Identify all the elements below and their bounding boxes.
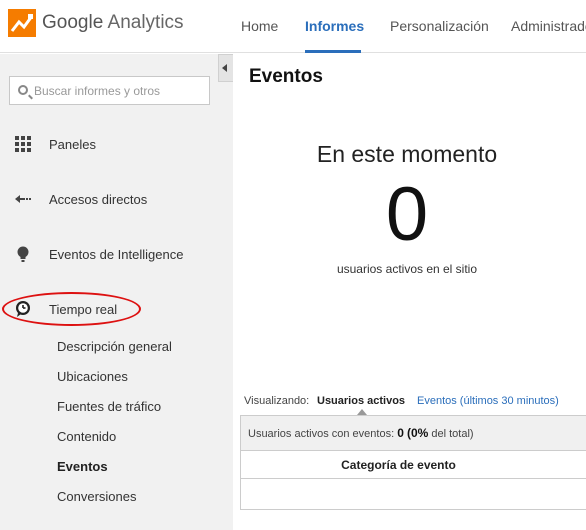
subitem-descripcion-general[interactable]: Descripción general [57, 339, 172, 354]
nav-informes[interactable]: Informes [305, 18, 364, 34]
events-table: Categoría de evento [240, 451, 586, 510]
active-users-count: 0 [385, 172, 429, 257]
viewing-active-users-tab[interactable]: Usuarios activos [317, 395, 405, 407]
summary-percent: 0% [410, 426, 429, 440]
right-now-heading: En este momento [316, 141, 498, 167]
page-title: Eventos [249, 66, 323, 87]
collapse-sidebar-button[interactable] [218, 54, 233, 82]
shortcut-arrow-icon [15, 195, 31, 203]
lightbulb-icon [17, 246, 29, 262]
search-icon [18, 85, 28, 95]
sidebar-item-label: Accesos directos [49, 192, 148, 207]
subitem-conversiones[interactable]: Conversiones [57, 489, 137, 504]
report-search[interactable] [9, 76, 210, 105]
subitem-eventos[interactable]: Eventos [57, 459, 108, 474]
nav-administrador[interactable]: Administrador [511, 18, 586, 34]
table-header: Categoría de evento [241, 451, 586, 479]
subitem-ubicaciones[interactable]: Ubicaciones [57, 369, 128, 384]
top-header: Google Analytics Home Informes Personali… [0, 0, 586, 53]
viewing-events-link[interactable]: Eventos (últimos 30 minutos) [417, 395, 559, 407]
nav-home[interactable]: Home [241, 18, 278, 34]
sidebar-item-accesos-directos[interactable]: Accesos directos [0, 184, 233, 214]
subitem-contenido[interactable]: Contenido [57, 429, 116, 444]
analytics-logo-icon [8, 9, 36, 37]
grid-icon [15, 136, 31, 152]
nav-personalizacion[interactable]: Personalización [390, 18, 489, 34]
sidebar-item-label: Eventos de Intelligence [49, 247, 184, 262]
summary-value: 0 [397, 426, 404, 440]
active-tab-indicator [305, 50, 361, 53]
chevron-left-icon [222, 64, 227, 72]
summary-text: Usuarios activos con eventos: 0 (0% del … [248, 426, 474, 440]
google-analytics-logo[interactable]: Google Analytics [8, 9, 184, 39]
logo-text: Google Analytics [42, 12, 184, 33]
active-users-label: usuarios activos en el sitio [336, 262, 478, 276]
sidebar [0, 54, 233, 530]
subitem-fuentes-de-trafico[interactable]: Fuentes de tráfico [57, 399, 161, 414]
sidebar-item-paneles[interactable]: Paneles [0, 129, 233, 159]
sidebar-item-intelligence[interactable]: Eventos de Intelligence [0, 239, 233, 269]
summary-bar: Usuarios activos con eventos: 0 (0% del … [240, 415, 586, 451]
search-input[interactable] [34, 81, 204, 101]
table-body [241, 479, 586, 510]
column-header-event-category[interactable]: Categoría de evento [241, 458, 556, 472]
highlight-annotation [2, 292, 141, 326]
viewing-label: Visualizando: [244, 395, 310, 407]
sidebar-item-label: Paneles [49, 137, 96, 152]
